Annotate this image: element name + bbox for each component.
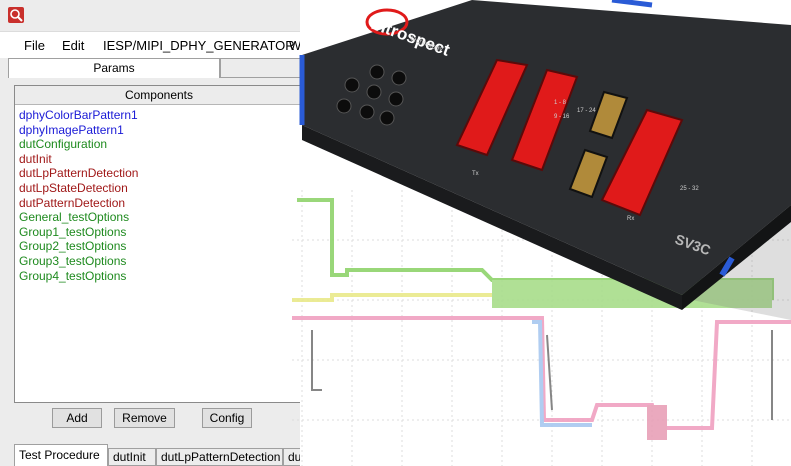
blue-trace bbox=[532, 320, 592, 427]
tab-test-procedure[interactable]: Test Procedure bbox=[14, 444, 108, 466]
blue-edge-top bbox=[611, 0, 653, 8]
menu-bar: File Edit IESP/MIPI_DPHY_GENERATOR W bbox=[0, 31, 300, 58]
port-hole bbox=[391, 70, 407, 86]
pink-block bbox=[647, 405, 667, 440]
port-hole bbox=[379, 110, 395, 126]
components-header: Components bbox=[15, 86, 300, 105]
magnifier-app-icon[interactable] bbox=[8, 7, 24, 23]
menu-edit[interactable]: Edit bbox=[62, 38, 84, 53]
tab-params[interactable]: Params bbox=[8, 58, 220, 78]
port-hole bbox=[336, 98, 352, 114]
menu-file[interactable]: File bbox=[24, 38, 45, 53]
yellow-trace bbox=[292, 293, 492, 302]
component-item[interactable]: General_testOptions bbox=[19, 210, 138, 225]
component-item[interactable]: dutLpStateDetection bbox=[19, 181, 138, 196]
component-item[interactable]: dphyImagePattern1 bbox=[19, 123, 138, 138]
app-window: File Edit IESP/MIPI_DPHY_GENERATOR W Par… bbox=[0, 0, 300, 466]
label-rx: Rx bbox=[627, 216, 634, 222]
menu-iesp-mipi-dphy-generator[interactable]: IESP/MIPI_DPHY_GENERATOR bbox=[103, 38, 295, 53]
port-hole bbox=[344, 77, 360, 93]
top-tab-bar: Params bbox=[8, 58, 300, 78]
config-button[interactable]: Config bbox=[202, 408, 252, 428]
component-item[interactable]: dutPatternDetection bbox=[19, 196, 138, 211]
components-panel: Components dphyColorBarPattern1 dphyImage… bbox=[14, 85, 300, 403]
port-hole bbox=[359, 104, 375, 120]
component-item[interactable]: dutConfiguration bbox=[19, 137, 138, 152]
component-item[interactable]: Group3_testOptions bbox=[19, 254, 138, 269]
bottom-tab-bar: Test Procedure dutInit dutLpPatternDetec… bbox=[14, 444, 300, 466]
components-list: dphyColorBarPattern1 dphyImagePattern1 dut… bbox=[19, 108, 138, 283]
component-item[interactable]: dutLpPatternDetection bbox=[19, 166, 138, 181]
tab-unlabeled[interactable] bbox=[220, 58, 300, 78]
label-lanes-c: 25 - 32 bbox=[680, 186, 699, 192]
component-item[interactable]: dphyColorBarPattern1 bbox=[19, 108, 138, 123]
title-bar bbox=[0, 0, 300, 30]
product-image: introspect technology Tx Rx 1 - 8 17 - 2… bbox=[292, 0, 791, 466]
port-hole bbox=[388, 91, 404, 107]
component-item[interactable]: Group1_testOptions bbox=[19, 225, 138, 240]
label-lanes-a: 1 - 8 bbox=[554, 100, 567, 106]
component-item[interactable]: dutInit bbox=[19, 152, 138, 167]
tab-dutlppatterndetection[interactable]: dutLpPatternDetection bbox=[156, 448, 283, 466]
port-hole bbox=[366, 84, 382, 100]
device-illustration: introspect technology Tx Rx 1 - 8 17 - 2… bbox=[292, 0, 791, 466]
component-item[interactable]: Group2_testOptions bbox=[19, 239, 138, 254]
label-lanes-b: 17 - 24 bbox=[577, 108, 596, 114]
component-item[interactable]: Group4_testOptions bbox=[19, 269, 138, 284]
label-tx: Tx bbox=[472, 171, 479, 177]
tab-dutinit[interactable]: dutInit bbox=[108, 448, 156, 466]
label-lanes-d: 9 - 16 bbox=[554, 114, 570, 120]
remove-button[interactable]: Remove bbox=[114, 408, 175, 428]
add-button[interactable]: Add bbox=[52, 408, 102, 428]
port-hole bbox=[369, 64, 385, 80]
